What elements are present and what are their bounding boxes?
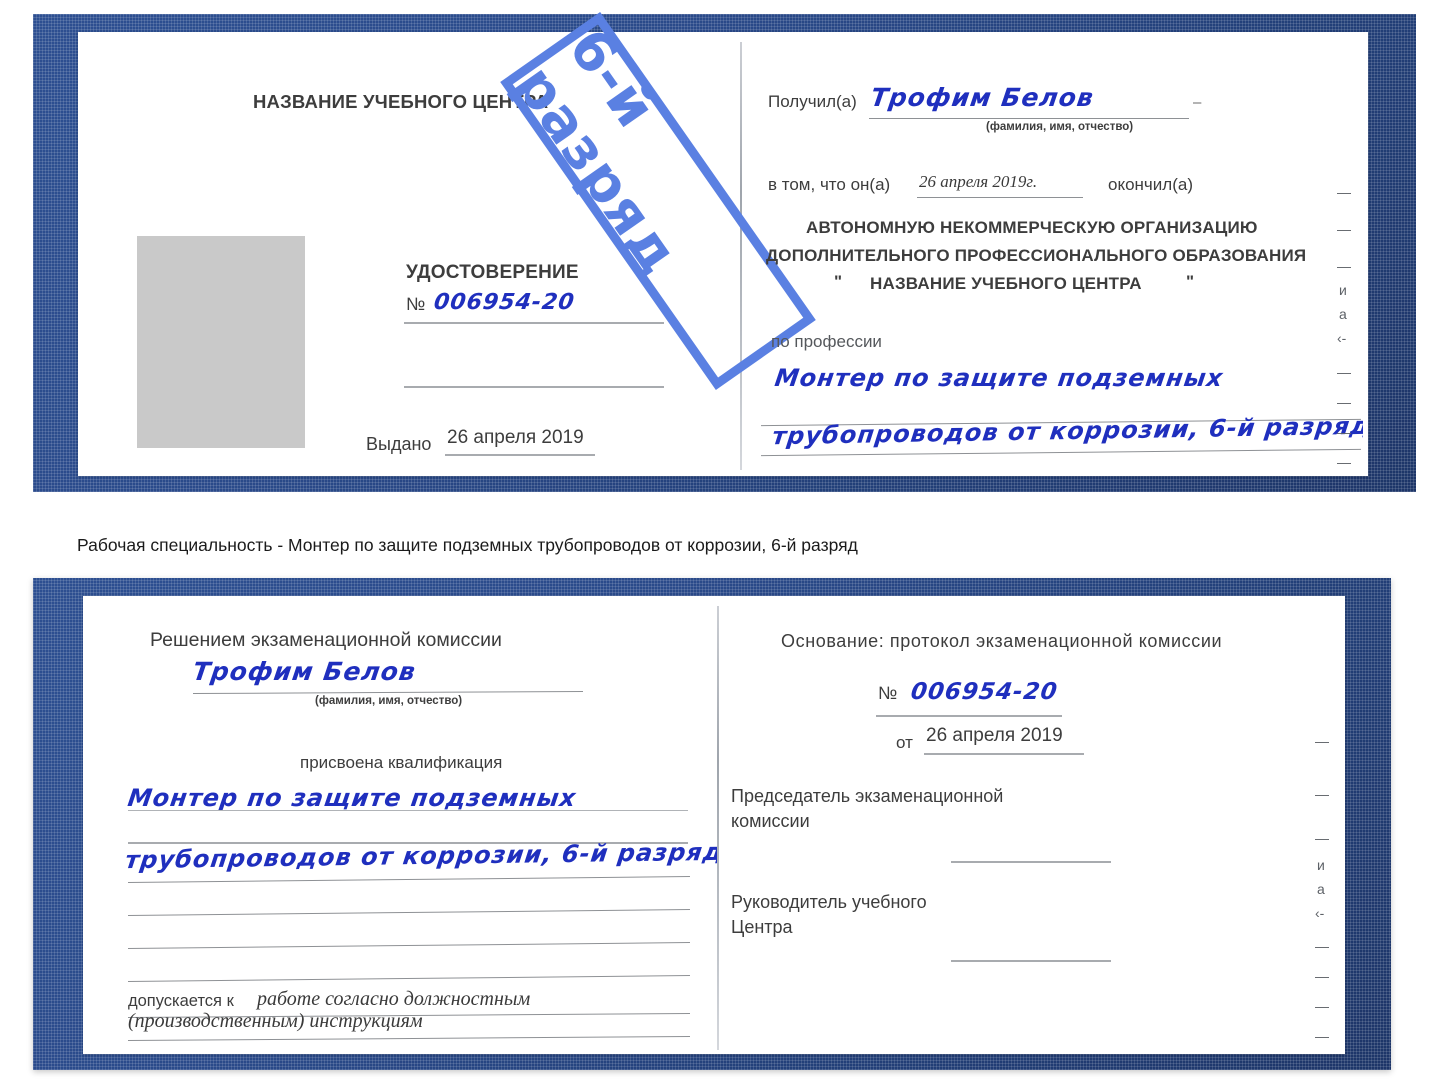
photo-placeholder <box>137 236 305 448</box>
edge-mark-b8: — <box>1315 968 1329 984</box>
in-that-rule <box>917 197 1083 198</box>
head-line-2: Центра <box>731 917 793 937</box>
issued-value: 26 апреля 2019 <box>447 427 584 448</box>
edge-mark-b4: и <box>1317 857 1325 873</box>
qual-rule-3 <box>128 876 690 883</box>
protocol-date-label: от <box>896 733 913 752</box>
qual-rule-4 <box>128 909 690 916</box>
spine-fold-bottom <box>717 606 719 1050</box>
issued-rule <box>445 454 595 456</box>
admitted-value-line-2: (производственным) инструкциям <box>128 1010 423 1032</box>
person-name-value: Трофим Белов <box>190 657 418 686</box>
edge-mark-b9: — <box>1315 998 1329 1014</box>
edge-mark-b7: — <box>1315 938 1329 954</box>
received-dash: – <box>1193 94 1202 111</box>
head-line-1: Руководитель учебного <box>731 892 927 912</box>
number-label: № <box>406 294 426 314</box>
fio-hint-top: (фамилия, имя, отчество) <box>986 121 1134 133</box>
received-value: Трофим Белов <box>868 83 1096 112</box>
org-line-3: НАЗВАНИЕ УЧЕБНОГО ЦЕНТРА <box>870 274 1142 293</box>
center-name-title: НАЗВАНИЕ УЧЕБНОГО ЦЕНТРА <box>253 91 549 112</box>
edge-mark-b6: ‹- <box>1315 905 1325 921</box>
edge-mark-5: а <box>1339 306 1347 322</box>
received-label: Получил(а) <box>768 92 857 111</box>
protocol-number-rule <box>876 715 1062 717</box>
page-bottom-right: Основание: протокол экзаменационной коми… <box>721 598 1341 1052</box>
person-name-rule <box>193 690 583 695</box>
profession-value-line-2: трубопроводов от коррозии, 6-й разряд <box>770 411 1363 451</box>
profession-label: по профессии <box>771 332 882 351</box>
chairman-line-1: Председатель экзаменационной <box>731 786 1004 806</box>
protocol-date-value: 26 апреля 2019 <box>926 725 1063 746</box>
blank-rule-1 <box>404 386 664 388</box>
qualification-label: присвоена квалификация <box>300 753 503 772</box>
protocol-date-rule <box>924 753 1084 755</box>
in-that-label: в том, что он(а) <box>768 175 891 194</box>
qualification-line-1: Монтер по защите подземных <box>126 784 579 812</box>
basis-label: Основание: протокол экзаменационной коми… <box>781 631 1223 651</box>
protocol-number-label: № <box>878 683 898 703</box>
certificate-top-book: НАЗВАНИЕ УЧЕБНОГО ЦЕНТРА М.П. УДОСТОВЕРЕ… <box>33 12 1416 492</box>
edge-mark-1: — <box>1337 184 1351 200</box>
edge-mark-9: — <box>1337 424 1351 440</box>
edge-mark-8: — <box>1337 394 1351 410</box>
org-line-1: АВТОНОМНУЮ НЕКОММЕРЧЕСКУЮ ОРГАНИЗАЦИЮ <box>806 218 1258 237</box>
page-top-left: НАЗВАНИЕ УЧЕБНОГО ЦЕНТРА М.П. УДОСТОВЕРЕ… <box>88 34 740 474</box>
edge-mark-3: — <box>1337 258 1351 274</box>
page-caption: Рабочая специальность - Монтер по защите… <box>77 535 858 555</box>
certificate-bottom-book: Решением экзаменационной комиссии Трофим… <box>33 578 1391 1070</box>
edge-mark-b3: — <box>1315 830 1329 846</box>
edge-mark-b1: — <box>1315 733 1329 749</box>
edge-mark-6: ‹- <box>1337 330 1347 346</box>
org-quote-open: " <box>834 272 843 291</box>
profession-rule-2 <box>761 448 1361 457</box>
head-signature-rule <box>951 960 1111 962</box>
edge-mark-b2: — <box>1315 786 1329 802</box>
protocol-number-value: 006954-20 <box>909 679 1060 705</box>
in-that-value: 26 апреля 2019г. <box>919 172 1038 191</box>
page-bottom-left: Решением экзаменационной комиссии Трофим… <box>93 598 717 1052</box>
certificate-title: УДОСТОВЕРЕНИЕ <box>406 262 579 283</box>
org-line-2: ДОПОЛНИТЕЛЬНОГО ПРОФЕССИОНАЛЬНОГО ОБРАЗО… <box>766 246 1307 265</box>
edge-mark-10: — <box>1337 454 1351 470</box>
commission-heading: Решением экзаменационной комиссии <box>150 629 502 651</box>
finished-label: окончил(а) <box>1108 175 1193 194</box>
chairman-signature-rule <box>951 861 1111 863</box>
spine-fold-top <box>740 42 742 470</box>
edge-mark-4: и <box>1339 282 1347 298</box>
profession-value-line-1: Монтер по защите подземных <box>773 364 1226 392</box>
org-quote-close: " <box>1186 272 1195 291</box>
qual-rule-6 <box>128 975 690 982</box>
qual-rule-5 <box>128 942 690 949</box>
number-value: 006954-20 <box>432 290 577 315</box>
edge-mark-b10: — <box>1315 1028 1329 1044</box>
page-top-right: Получил(а) Трофим Белов (фамилия, имя, о… <box>743 34 1363 474</box>
admitted-label: допускается к <box>128 992 234 1010</box>
edge-mark-2: — <box>1337 221 1351 237</box>
admitted-value-line-1: работе согласно должностным <box>257 988 531 1010</box>
fio-hint-bottom: (фамилия, имя, отчество) <box>315 695 463 707</box>
issued-label: Выдано <box>366 434 432 454</box>
admitted-rule-2 <box>128 1036 690 1041</box>
edge-mark-b5: а <box>1317 881 1325 897</box>
number-rule <box>404 322 664 324</box>
chairman-line-2: комиссии <box>731 811 810 831</box>
edge-mark-7: — <box>1337 364 1351 380</box>
qual-rule-1 <box>128 810 688 811</box>
received-rule <box>869 118 1189 119</box>
